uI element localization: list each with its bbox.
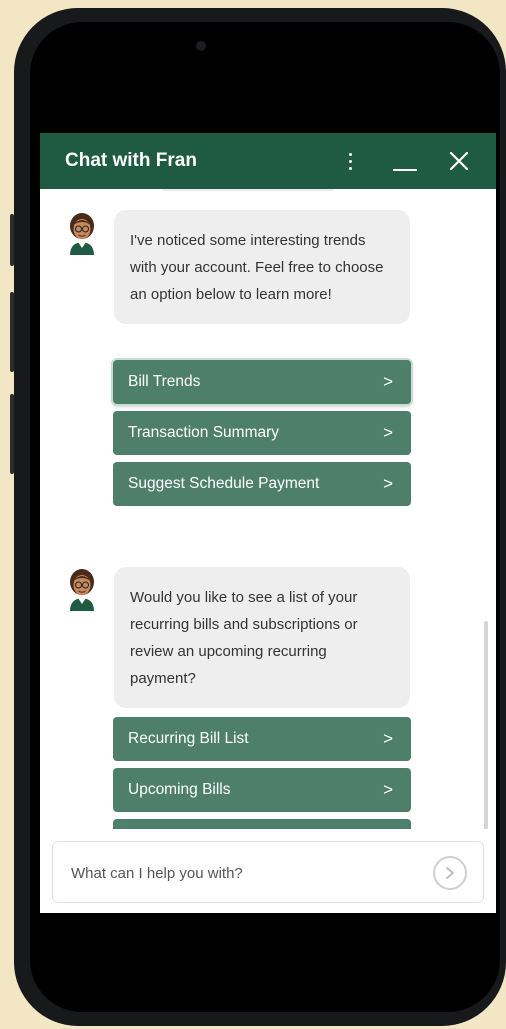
- option-label: Transaction Summary: [128, 424, 280, 441]
- phone-volume-up-button: [10, 292, 14, 372]
- bot-message-text: Would you like to see a list of your rec…: [130, 589, 358, 687]
- option-suggest-schedule-payment-button[interactable]: Suggest Schedule Payment >: [113, 462, 411, 506]
- minimize-icon[interactable]: [390, 133, 420, 189]
- chat-input-field[interactable]: [71, 854, 411, 892]
- chat-window: Chat with Fran I've noticed some interes…: [40, 133, 496, 913]
- message-list: I've noticed some interesting trends wit…: [40, 189, 496, 829]
- chat-header: Chat with Fran: [40, 133, 496, 189]
- kebab-menu-icon[interactable]: [338, 133, 362, 189]
- option-label: Suggest Schedule Payment: [128, 475, 320, 492]
- option-upcoming-bills-button[interactable]: Upcoming Bills >: [113, 768, 411, 812]
- option-bill-trends-button[interactable]: Bill Trends >: [113, 360, 411, 404]
- bot-message-bubble: Would you like to see a list of your rec…: [114, 567, 410, 708]
- option-label: Upcoming Bills: [128, 781, 231, 798]
- chat-input-bar: [52, 841, 484, 903]
- option-transaction-summary-button[interactable]: Transaction Summary >: [113, 411, 411, 455]
- fran-avatar: [64, 211, 100, 255]
- option-label: Bill Trends: [128, 373, 201, 390]
- previous-message-bubble: [158, 189, 338, 191]
- option-label: Recurring Bill List: [128, 730, 249, 747]
- close-icon[interactable]: [444, 133, 474, 189]
- chat-title: Chat with Fran: [65, 150, 197, 171]
- phone-side-button: [10, 214, 14, 266]
- option-partial-button[interactable]: [113, 819, 411, 829]
- chevron-right-icon: >: [383, 474, 393, 493]
- camera-icon: [196, 41, 206, 51]
- message-scrollbar[interactable]: [484, 621, 488, 829]
- fran-avatar: [64, 567, 100, 611]
- chevron-right-icon: >: [383, 372, 393, 391]
- phone-volume-down-button: [10, 394, 14, 474]
- send-arrow-icon[interactable]: [433, 856, 467, 890]
- bot-message-bubble: I've noticed some interesting trends wit…: [114, 210, 410, 324]
- chevron-right-icon: >: [383, 729, 393, 748]
- chevron-right-icon: >: [383, 780, 393, 799]
- option-recurring-bill-list-button[interactable]: Recurring Bill List >: [113, 717, 411, 761]
- chevron-right-icon: >: [383, 423, 393, 442]
- bot-message-text: I've noticed some interesting trends wit…: [130, 232, 384, 303]
